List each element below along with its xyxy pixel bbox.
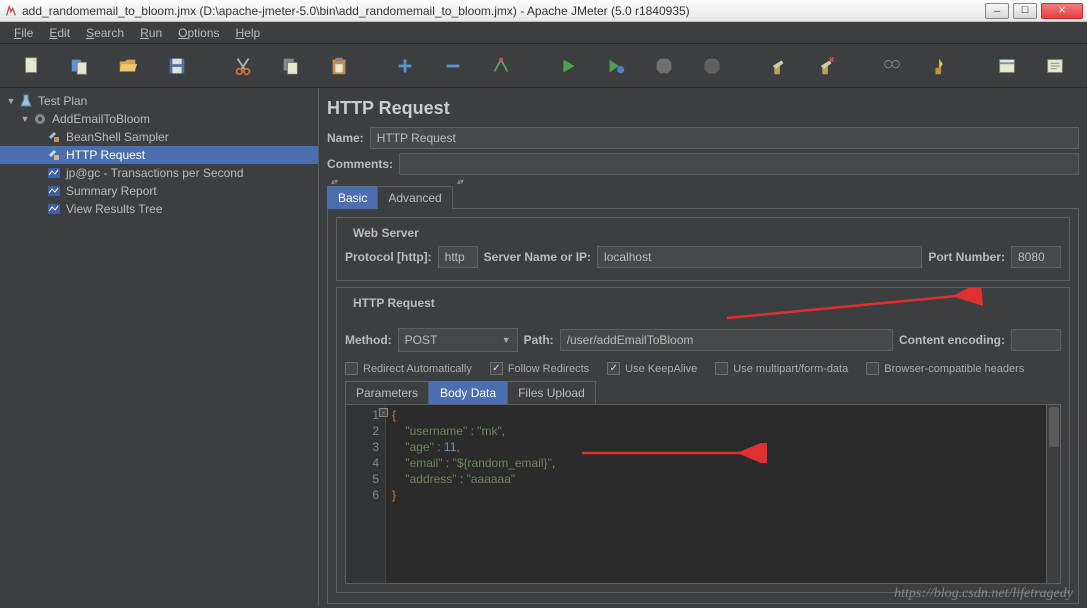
chevron-down-icon: ▼ [502, 335, 511, 345]
sampler-icon [46, 129, 62, 145]
method-select[interactable]: POST ▼ [398, 328, 518, 352]
menu-search[interactable]: Search [80, 24, 130, 42]
port-input[interactable] [1011, 246, 1061, 268]
server-label: Server Name or IP: [484, 250, 591, 264]
tree-label: Test Plan [38, 94, 87, 108]
listener-icon [46, 165, 62, 181]
redirect-auto-checkbox[interactable]: Redirect Automatically [345, 362, 472, 375]
save-button[interactable] [153, 48, 201, 84]
tab-parameters[interactable]: Parameters [345, 381, 429, 404]
tree-transactions[interactable]: jp@gc - Transactions per Second [0, 164, 318, 182]
tree-toggle-icon[interactable]: ▼ [4, 96, 18, 106]
method-label: Method: [345, 333, 392, 347]
port-label: Port Number: [928, 250, 1005, 264]
copy-button[interactable] [267, 48, 315, 84]
listener-icon [46, 183, 62, 199]
tree-http-request[interactable]: HTTP Request [0, 146, 318, 164]
help-button[interactable] [1031, 48, 1079, 84]
start-no-pause-button[interactable] [592, 48, 640, 84]
tree-label: jp@gc - Transactions per Second [66, 166, 244, 180]
content-panel: HTTP Request Name: Comments: ▴▾ ▴▾ Basic [319, 88, 1087, 606]
menu-run[interactable]: Run [134, 24, 168, 42]
tab-files-upload[interactable]: Files Upload [507, 381, 596, 404]
flask-icon [18, 93, 34, 109]
open-button[interactable] [104, 48, 152, 84]
tree-toggle-icon[interactable]: ▼ [18, 114, 32, 124]
tree-beanshell[interactable]: BeanShell Sampler [0, 128, 318, 146]
title-bar: add_randomemail_to_bloom.jmx (D:\apache-… [0, 0, 1087, 22]
window-title: add_randomemail_to_bloom.jmx (D:\apache-… [22, 4, 985, 18]
protocol-input[interactable] [438, 246, 478, 268]
server-input[interactable] [597, 246, 922, 268]
tree-thread-group[interactable]: ▼ AddEmailToBloom [0, 110, 318, 128]
watermark: https://blog.csdn.net/lifetragedy [894, 586, 1073, 602]
menu-bar: File Edit Search Run Options Help [0, 22, 1087, 44]
tree-label: Summary Report [66, 184, 157, 198]
close-button[interactable]: ✕ [1041, 3, 1083, 19]
follow-redirects-checkbox[interactable]: ✓Follow Redirects [490, 362, 589, 375]
menu-edit[interactable]: Edit [43, 24, 76, 42]
clear-all-button[interactable] [802, 48, 850, 84]
annotation-arrow-icon [717, 288, 987, 328]
panel-title: HTTP Request [327, 98, 1079, 119]
tree-summary[interactable]: Summary Report [0, 182, 318, 200]
new-button[interactable] [8, 48, 56, 84]
editor-scrollbar[interactable] [1046, 405, 1060, 583]
tab-body-data[interactable]: Body Data [429, 381, 507, 404]
toggle-button[interactable] [477, 48, 525, 84]
tree-label: AddEmailToBloom [52, 112, 150, 126]
clear-button[interactable] [754, 48, 802, 84]
comments-label: Comments: [327, 157, 393, 171]
tree-label: View Results Tree [66, 202, 163, 216]
tree-label: BeanShell Sampler [66, 130, 169, 144]
shutdown-button[interactable] [688, 48, 736, 84]
start-button[interactable] [543, 48, 591, 84]
encoding-label: Content encoding: [899, 333, 1005, 347]
keepalive-checkbox[interactable]: ✓Use KeepAlive [607, 362, 697, 375]
multipart-checkbox[interactable]: Use multipart/form-data [715, 362, 848, 375]
minimize-button[interactable]: ─ [985, 3, 1009, 19]
comments-input[interactable] [399, 153, 1079, 175]
name-input[interactable] [370, 127, 1079, 149]
collapse-button[interactable] [429, 48, 477, 84]
tab-basic[interactable]: Basic [327, 186, 378, 209]
path-input[interactable] [560, 329, 893, 351]
function-helper-button[interactable] [982, 48, 1030, 84]
search-button[interactable] [868, 48, 916, 84]
app-icon [4, 4, 18, 18]
tree-results-tree[interactable]: View Results Tree [0, 200, 318, 218]
menu-help[interactable]: Help [230, 24, 267, 42]
menu-options[interactable]: Options [172, 24, 225, 42]
browser-headers-checkbox[interactable]: Browser-compatible headers [866, 362, 1024, 375]
stop-button[interactable] [640, 48, 688, 84]
line-gutter: 123456 [346, 405, 386, 583]
encoding-input[interactable] [1011, 329, 1061, 351]
toolbar [0, 44, 1087, 88]
path-label: Path: [524, 333, 554, 347]
paste-button[interactable] [315, 48, 363, 84]
tree-panel[interactable]: ▼ Test Plan ▼ AddEmailToBloom BeanShell … [0, 88, 319, 606]
reset-search-button[interactable] [916, 48, 964, 84]
method-value: POST [405, 333, 438, 347]
templates-button[interactable] [56, 48, 104, 84]
maximize-button[interactable]: ☐ [1013, 3, 1037, 19]
expand-button[interactable] [381, 48, 429, 84]
menu-file[interactable]: File [8, 24, 39, 42]
gear-icon [32, 111, 48, 127]
sampler-icon [46, 147, 62, 163]
tree-label: HTTP Request [66, 148, 145, 162]
name-label: Name: [327, 131, 364, 145]
body-editor[interactable]: 123456 - { "username" : "mk", "age" : 11… [345, 404, 1061, 584]
tab-advanced[interactable]: Advanced [377, 186, 452, 209]
httpreq-legend: HTTP Request [349, 296, 439, 310]
protocol-label: Protocol [http]: [345, 250, 432, 264]
code-area[interactable]: { "username" : "mk", "age" : 11, "email"… [386, 405, 1046, 583]
listener-icon [46, 201, 62, 217]
webserver-legend: Web Server [349, 226, 423, 240]
tree-test-plan[interactable]: ▼ Test Plan [0, 92, 318, 110]
cut-button[interactable] [219, 48, 267, 84]
